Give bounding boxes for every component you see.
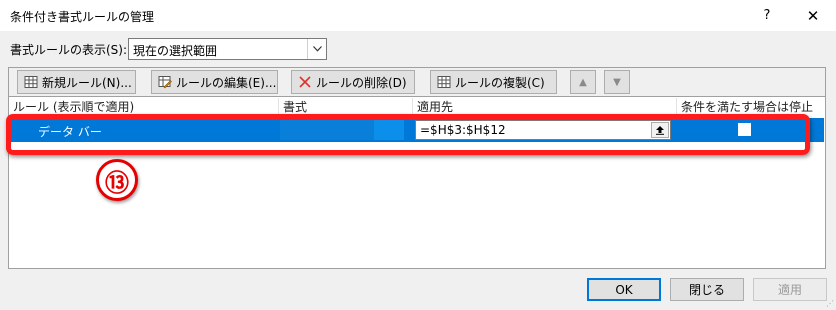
- delete-rule-button[interactable]: ルールの削除(D): [291, 70, 415, 94]
- step-marker: ⑬: [96, 159, 138, 201]
- duplicate-rule-button[interactable]: ルールの複製(C): [430, 70, 557, 94]
- title-bar: 条件付き書式ルールの管理 ? ✕: [0, 0, 836, 31]
- close-window-button[interactable]: ✕: [790, 0, 836, 31]
- window-title: 条件付き書式ルールの管理: [10, 10, 155, 24]
- ok-button[interactable]: OK: [587, 278, 661, 301]
- arrow-down-icon: ▼: [613, 76, 621, 88]
- edit-rule-label: ルールの編集(E)...: [176, 75, 277, 90]
- move-down-button[interactable]: ▼: [604, 70, 630, 94]
- resize-grip-icon[interactable]: ⋰: [826, 299, 834, 308]
- edit-rule-icon: [158, 75, 172, 89]
- column-header-stop-if-true[interactable]: 条件を満たす場合は停止: [677, 98, 825, 115]
- new-rule-button[interactable]: 新規ルール(N)...: [17, 70, 136, 94]
- column-header-rule[interactable]: ルール (表示順で適用): [9, 98, 279, 115]
- duplicate-rule-icon: [437, 75, 451, 89]
- edit-rule-button[interactable]: ルールの編集(E)...: [151, 70, 278, 94]
- chevron-down-icon[interactable]: [307, 39, 326, 59]
- column-header-format[interactable]: 書式: [279, 98, 413, 115]
- new-rule-icon: [24, 75, 38, 89]
- arrow-up-icon: ▲: [579, 76, 587, 88]
- show-rules-value: 現在の選択範囲: [133, 44, 218, 58]
- move-up-button[interactable]: ▲: [570, 70, 596, 94]
- highlight-frame: [6, 114, 810, 155]
- delete-rule-label: ルールの削除(D): [316, 75, 407, 90]
- show-rules-label: 書式ルールの表示(S):: [10, 43, 128, 57]
- duplicate-rule-label: ルールの複製(C): [455, 75, 545, 90]
- column-header-applies-to[interactable]: 適用先: [413, 98, 677, 115]
- apply-button[interactable]: 適用: [753, 278, 827, 301]
- help-button[interactable]: ?: [744, 0, 790, 31]
- close-button[interactable]: 閉じる: [670, 278, 744, 301]
- delete-icon: [298, 75, 312, 89]
- new-rule-label: 新規ルール(N)...: [42, 75, 132, 90]
- show-rules-select[interactable]: 現在の選択範囲: [128, 38, 327, 60]
